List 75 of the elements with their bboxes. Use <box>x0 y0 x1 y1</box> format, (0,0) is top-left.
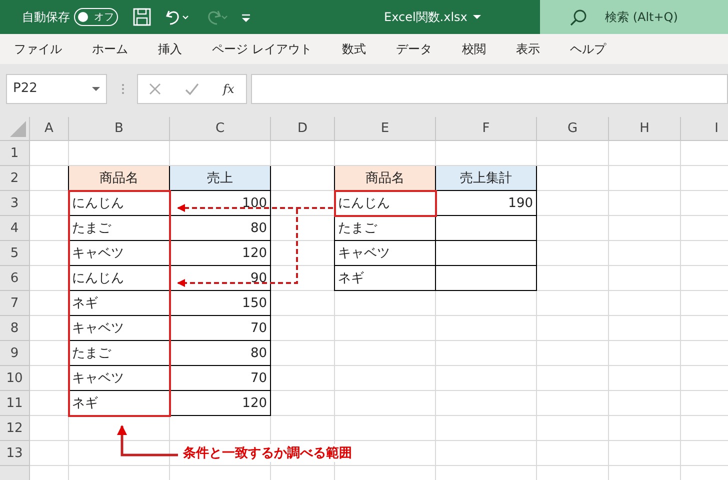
table-cell: 150 <box>170 291 271 316</box>
cancel-icon[interactable] <box>149 82 161 94</box>
column-header[interactable]: G <box>537 117 609 141</box>
column-header[interactable]: H <box>609 117 681 141</box>
table-cell: 120 <box>170 391 271 416</box>
table-cell: キャベツ <box>69 241 170 266</box>
callout-label: 条件と一致するか調べる範囲 <box>183 444 352 462</box>
ribbon-tab[interactable]: データ <box>386 40 442 58</box>
file-name[interactable]: Excel関数.xlsx <box>384 8 468 26</box>
ribbon-tab[interactable]: ヘルプ <box>560 40 616 58</box>
table-cell: ネギ <box>69 291 170 316</box>
row-header[interactable]: 10 <box>0 366 30 391</box>
table-cell: キャベツ <box>69 316 170 341</box>
table-cell: 80 <box>170 216 271 241</box>
row-header[interactable]: 12 <box>0 416 30 441</box>
ribbon-tab[interactable]: 数式 <box>332 40 376 58</box>
table-cell: 70 <box>170 316 271 341</box>
table-cell: 190 <box>436 191 537 216</box>
row-header[interactable]: 7 <box>0 291 30 316</box>
table-cell: 商品名 <box>69 166 170 191</box>
column-header[interactable]: F <box>436 117 537 141</box>
column-header[interactable]: C <box>170 117 271 141</box>
column-header[interactable]: D <box>271 117 335 141</box>
row-header[interactable]: 4 <box>0 216 30 241</box>
table-cell: たまご <box>69 341 170 366</box>
table-cell: 120 <box>170 241 271 266</box>
ribbon-tab[interactable]: 校閲 <box>452 40 496 58</box>
table-cell: たまご <box>335 216 436 241</box>
row-header[interactable]: 2 <box>0 166 30 191</box>
table-cell: にんじん <box>335 191 436 216</box>
row-header[interactable]: 3 <box>0 191 30 216</box>
save-icon[interactable] <box>132 7 152 27</box>
table-cell: にんじん <box>69 266 170 291</box>
column-header[interactable]: I <box>681 117 728 141</box>
ribbon-tab[interactable]: ファイル <box>4 40 72 58</box>
ribbon-tab[interactable]: ホーム <box>82 40 138 58</box>
table-cell: ネギ <box>69 391 170 416</box>
caret-icon[interactable] <box>473 15 482 19</box>
row-header[interactable]: 1 <box>0 141 30 166</box>
caret-icon[interactable] <box>92 86 100 90</box>
callout-arrow <box>117 425 178 456</box>
autosave-toggle[interactable]: オフ <box>74 8 118 26</box>
row-header[interactable]: 8 <box>0 316 30 341</box>
column-header[interactable]: B <box>69 117 170 141</box>
select-all-icon[interactable] <box>10 121 26 137</box>
column-header[interactable]: A <box>30 117 69 141</box>
grip-icon[interactable] <box>121 82 125 94</box>
table-cell: 90 <box>170 266 271 291</box>
table-cell: 80 <box>170 341 271 366</box>
table-cell: たまご <box>69 216 170 241</box>
row-header[interactable]: 9 <box>0 341 30 366</box>
table-cell: キャベツ <box>335 241 436 266</box>
row-header[interactable]: 5 <box>0 241 30 266</box>
table-cell: ネギ <box>335 266 436 291</box>
ribbon-tab[interactable]: 表示 <box>506 40 550 58</box>
formula-input[interactable] <box>251 74 728 104</box>
table-cell: 70 <box>170 366 271 391</box>
ribbon-tab[interactable]: 挿入 <box>148 40 192 58</box>
ribbon-tab[interactable]: ページ レイアウト <box>202 40 322 58</box>
table-cell: 売上 <box>170 166 271 191</box>
row-header[interactable]: 13 <box>0 441 30 466</box>
search-field[interactable]: 検索 (Alt+Q) <box>540 0 728 34</box>
row-header[interactable]: 11 <box>0 391 30 416</box>
table-cell: 商品名 <box>335 166 436 191</box>
search-icon[interactable] <box>570 8 587 26</box>
check-icon[interactable] <box>185 82 199 94</box>
insert-function-button[interactable]: fx <box>223 82 234 96</box>
row-header[interactable]: 6 <box>0 266 30 291</box>
table-cell: 100 <box>170 191 271 216</box>
autosave-label: 自動保存 <box>22 8 70 26</box>
table-cell: キャベツ <box>69 366 170 391</box>
column-header[interactable]: E <box>335 117 436 141</box>
table-cell: 売上集計 <box>436 166 537 191</box>
table-cell: にんじん <box>69 191 170 216</box>
name-box[interactable]: P22 <box>6 74 107 104</box>
